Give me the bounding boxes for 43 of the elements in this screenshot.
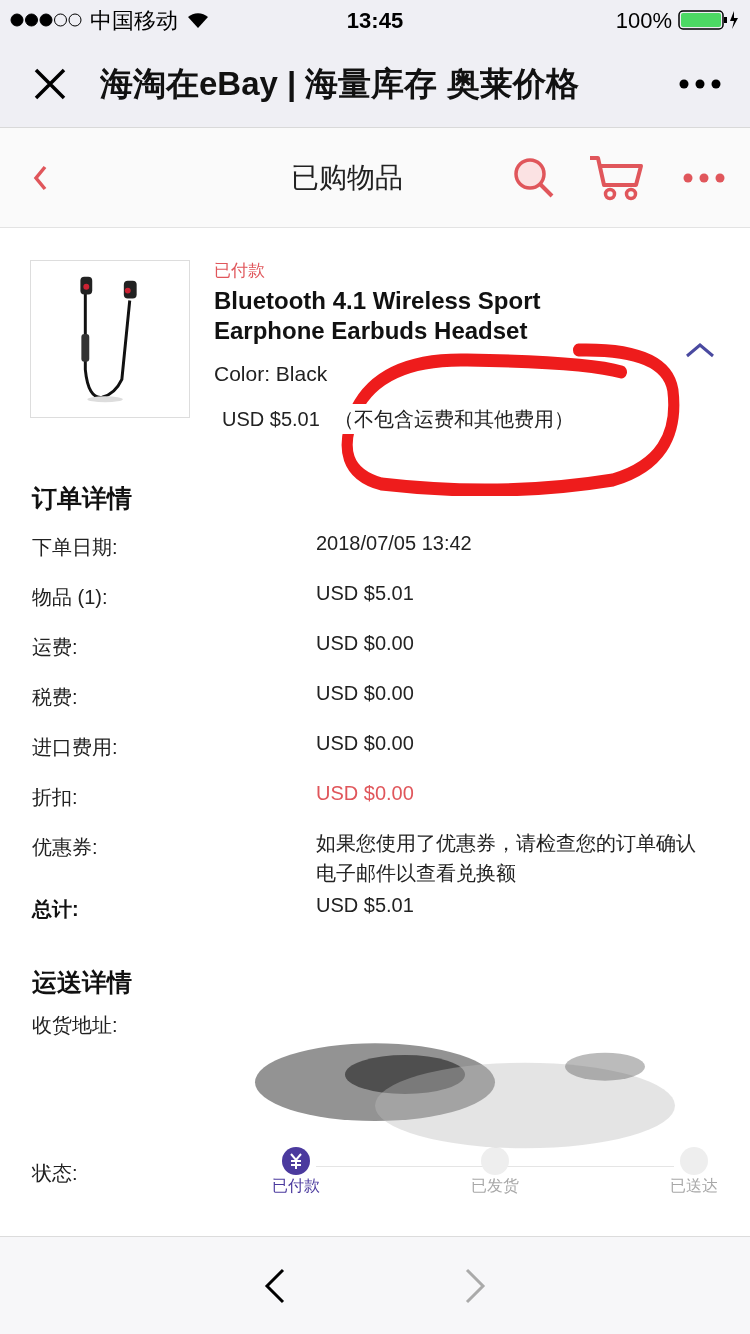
search-icon	[513, 156, 555, 199]
detail-label: 税费:	[32, 685, 79, 710]
back-icon	[264, 1267, 286, 1304]
item-variant: Color: Black	[214, 361, 329, 387]
clock-time: 13:45	[346, 6, 404, 35]
detail-label: 收货地址:	[32, 1014, 118, 1036]
cart-icon	[588, 154, 644, 201]
wifi-icon	[186, 11, 210, 29]
detail-label: 折扣:	[32, 785, 79, 810]
detail-value: USD $0.00	[316, 681, 415, 706]
battery-percent: 100%	[615, 6, 672, 35]
detail-label: 下单日期:	[32, 535, 119, 560]
detail-label: 总计:	[32, 897, 80, 922]
detail-value: USD $0.00	[316, 781, 415, 806]
item-status: 已付款	[214, 260, 266, 282]
more-icon	[683, 172, 725, 183]
battery-icon	[678, 9, 740, 31]
item-title[interactable]: Bluetooth 4.1 Wireless Sport Earphone Earbuds Headset	[214, 286, 594, 346]
back-icon	[33, 164, 47, 191]
detail-label: 状态:	[32, 1161, 79, 1186]
detail-value: USD $5.01	[316, 893, 415, 918]
close-icon	[34, 67, 66, 100]
step-label: 已发货	[471, 1176, 519, 1196]
section-heading: 运送详情	[32, 967, 133, 998]
detail-value: 2018/07/05 13:42	[316, 531, 473, 556]
forward-icon	[464, 1267, 486, 1304]
detail-value: USD $0.00	[316, 631, 415, 656]
detail-label: 物品 (1):	[32, 585, 109, 610]
detail-value: USD $5.01	[316, 581, 415, 606]
section-heading: 订单详情	[32, 483, 133, 514]
detail-label: 优惠券:	[32, 835, 99, 860]
page-title: 海淘在eBay | 海量库存 奥莱价格	[100, 64, 579, 102]
detail-value: USD $0.00	[316, 731, 415, 756]
step-label: 已付款	[272, 1176, 320, 1196]
chevron-icon	[685, 342, 715, 358]
detail-label: 进口费用:	[32, 735, 119, 760]
detail-value: 如果您使用了优惠券，请检查您的订单确认电子邮件以查看兑换额	[316, 831, 696, 886]
step-label: 已送达	[670, 1176, 718, 1196]
header-title: 已购物品	[291, 160, 403, 195]
more-icon	[679, 78, 721, 89]
carrier-name: 中国移动	[90, 6, 178, 35]
detail-label: 运费:	[32, 635, 79, 660]
signal-icon	[10, 13, 82, 27]
